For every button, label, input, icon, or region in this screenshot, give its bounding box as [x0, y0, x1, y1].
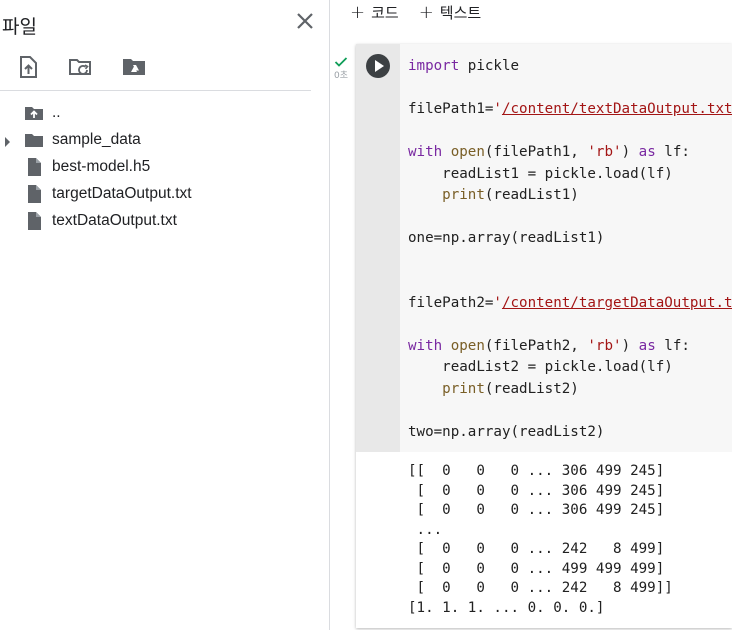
output-line: [ 0 0 0 ... 306 499 245] — [408, 482, 665, 499]
execution-time: 0초 — [334, 71, 349, 81]
run-cell-button[interactable] — [366, 54, 390, 78]
panel-divider — [0, 90, 311, 91]
code-line: one=np.array(readList1) — [408, 230, 605, 246]
file-toolbar — [14, 53, 148, 81]
output-line: [ 0 0 0 ... 242 8 499]] — [408, 580, 673, 596]
plus-icon: + — [418, 1, 434, 23]
mount-drive-icon[interactable] — [120, 53, 148, 81]
notebook-toolbar: + 코드 + 텍스트 — [350, 2, 481, 23]
output-line: [ 0 0 0 ... 499 499 499] — [408, 560, 665, 577]
add-code-button[interactable]: + 코드 — [350, 2, 399, 23]
add-text-button[interactable]: + 텍스트 — [419, 2, 482, 23]
tree-item-label: .. — [52, 104, 61, 121]
code-line: two=np.array(readList2) — [408, 423, 605, 440]
tree-item-text-data[interactable]: textDataOutput.txt — [0, 207, 320, 234]
play-icon — [375, 60, 384, 72]
output-line: [ 0 0 0 ... 306 499 245] — [408, 502, 665, 518]
code-line: filePath2='/content/targetDataOutput.txt… — [408, 294, 732, 311]
code-line: readList1 = pickle.load(lf) — [408, 165, 673, 182]
code-text[interactable]: import pickle filePath1='/content/textDa… — [408, 56, 732, 443]
tree-item-target-data[interactable]: targetDataOutput.txt — [0, 180, 320, 207]
output-line: ... — [408, 521, 443, 538]
output-line: [1. 1. 1. ... 0. 0. 0.] — [408, 599, 605, 616]
file-icon — [24, 211, 44, 231]
upload-icon[interactable] — [14, 53, 42, 81]
panel-title: 파일 — [2, 16, 37, 38]
close-icon[interactable] — [293, 9, 317, 33]
code-line: with open(filePath1, 'rb') as lf: — [408, 144, 690, 160]
add-code-label: 코드 — [371, 4, 399, 22]
code-editor[interactable]: import pickle filePath1='/content/textDa… — [400, 44, 732, 452]
code-line: print(readList2) — [442, 380, 579, 397]
refresh-folder-icon[interactable] — [67, 53, 95, 81]
add-text-label: 텍스트 — [439, 4, 482, 22]
expand-arrow-icon[interactable] — [3, 134, 13, 147]
code-line: filePath1='/content/textDataOutput.txt' — [408, 101, 732, 117]
code-cell[interactable]: import pickle filePath1='/content/textDa… — [356, 44, 732, 628]
file-panel: 파일 .. sample_data best-model.h5 targetDa… — [0, 0, 330, 630]
file-icon — [24, 157, 44, 177]
cell-gutter — [356, 44, 400, 452]
code-line: import pickle — [408, 58, 520, 74]
check-icon — [334, 57, 348, 67]
code-line: with open(filePath2, 'rb') as lf: — [408, 337, 690, 354]
file-icon — [24, 184, 44, 204]
code-line: print(readList1) — [442, 187, 579, 203]
tree-item-parent[interactable]: .. — [0, 99, 320, 126]
execution-status: 0초 — [334, 56, 354, 81]
parent-folder-icon — [24, 103, 44, 123]
folder-icon — [24, 130, 44, 150]
tree-item-label: best-model.h5 — [52, 158, 151, 175]
output-line: [[ 0 0 0 ... 306 499 245] — [408, 463, 665, 479]
plus-icon: + — [350, 1, 366, 23]
tree-item-label: sample_data — [52, 131, 141, 148]
tree-item-label: targetDataOutput.txt — [52, 185, 192, 202]
tree-item-label: textDataOutput.txt — [52, 212, 177, 229]
code-line: readList2 = pickle.load(lf) — [408, 359, 673, 375]
file-tree: .. sample_data best-model.h5 targetDataO… — [0, 99, 320, 234]
cell-output: [[ 0 0 0 ... 306 499 245] [ 0 0 0 ... 30… — [408, 462, 673, 618]
tree-item-sample-data[interactable]: sample_data — [0, 126, 320, 153]
output-line: [ 0 0 0 ... 242 8 499] — [408, 541, 665, 557]
tree-item-best-model[interactable]: best-model.h5 — [0, 153, 320, 180]
